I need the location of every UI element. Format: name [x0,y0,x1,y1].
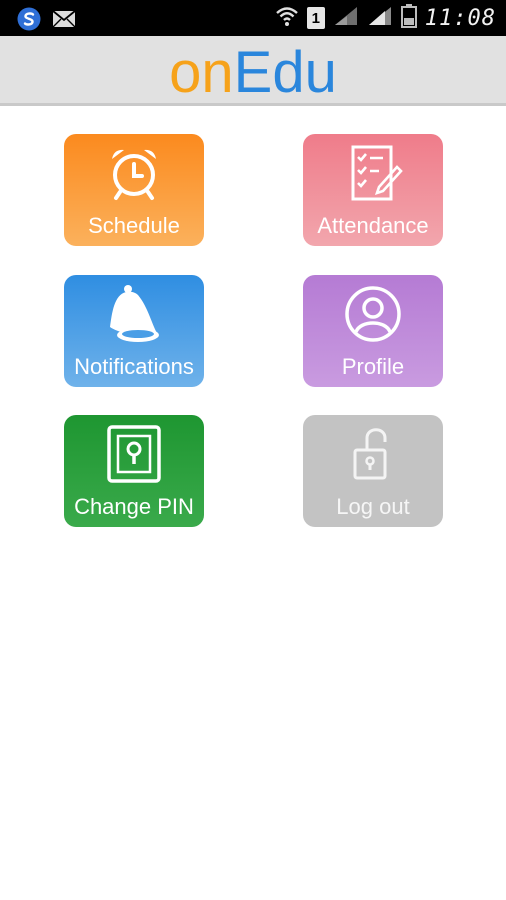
alarm-clock-icon [64,142,204,204]
bell-icon [64,283,204,345]
sim-badge: 1 [306,7,325,29]
status-time: 11:08 [424,5,496,31]
signal-icon [333,5,359,31]
battery-icon [400,4,417,32]
notifications-label: Notifications [74,354,194,379]
app-logo: onEdu [169,43,337,102]
unlocked-padlock-icon [303,423,443,485]
attendance-button[interactable]: Attendance [303,134,443,246]
logo-part-on: on [169,39,234,105]
app-header: onEdu [0,36,506,106]
wifi-icon [275,5,299,31]
status-bar-left [16,6,76,36]
status-bar: 1 11:08 [0,0,506,36]
log-out-button[interactable]: Log out [303,415,443,527]
mail-icon [52,10,76,32]
schedule-button[interactable]: Schedule [64,134,204,246]
change-pin-button[interactable]: Change PIN [64,415,204,527]
user-icon [303,283,443,345]
log-out-label: Log out [336,494,410,519]
signal-icon-2 [367,5,393,31]
profile-label: Profile [341,354,405,379]
notifications-button[interactable]: Notifications [64,275,204,387]
profile-button[interactable]: Profile [303,275,443,387]
sync-icon [16,6,42,36]
keyhole-icon [64,423,204,485]
attendance-label: Attendance [317,213,429,238]
logo-part-edu: Edu [233,39,337,105]
checklist-icon [303,142,443,204]
status-bar-right: 1 11:08 [275,4,496,32]
schedule-label: Schedule [88,213,180,238]
change-pin-label: Change PIN [74,494,194,519]
